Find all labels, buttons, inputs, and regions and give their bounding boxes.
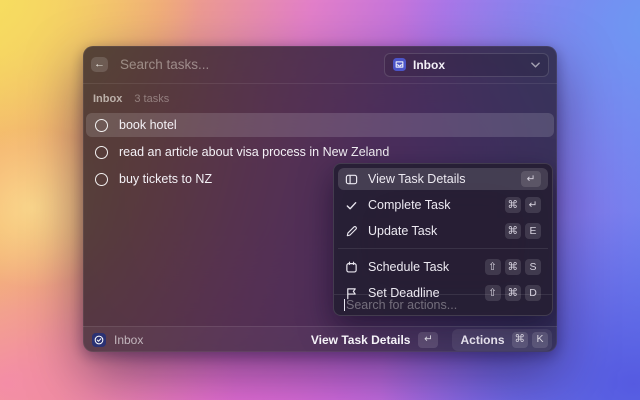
calendar-icon — [345, 261, 358, 274]
section-title: Inbox — [93, 93, 122, 105]
key-return: ↵ — [521, 171, 541, 187]
action-item-schedule-task[interactable]: Schedule Task ⇧ ⌘ S — [338, 256, 548, 278]
back-button[interactable]: ← — [91, 57, 108, 72]
pencil-icon — [345, 225, 358, 238]
list-section-header: Inbox 3 tasks — [83, 84, 557, 110]
actions-menu-button[interactable]: Actions ⌘ K — [452, 329, 552, 351]
key-e: E — [525, 223, 541, 239]
action-label: Update Task — [368, 224, 495, 238]
panel-left-icon — [345, 173, 358, 186]
primary-action-label[interactable]: View Task Details — [311, 333, 411, 347]
key-cmd: ⌘ — [505, 197, 522, 213]
task-checkbox-icon[interactable] — [95, 173, 108, 186]
inbox-icon — [393, 58, 406, 71]
search-input[interactable] — [120, 57, 384, 72]
action-item-view-task-details[interactable]: View Task Details ↵ — [338, 168, 548, 190]
key-return: ↵ — [525, 197, 541, 213]
task-app-window: ← Inbox Inbox 3 tasks book hotel read an… — [83, 46, 557, 352]
task-title: buy tickets to NZ — [119, 172, 212, 186]
chevron-down-icon — [531, 62, 540, 68]
action-item-complete-task[interactable]: Complete Task ⌘ ↵ — [338, 194, 548, 216]
app-logo-icon — [92, 333, 106, 347]
actions-popover: View Task Details ↵ Complete Task ⌘ ↵ Up… — [333, 163, 553, 316]
list-picker-dropdown[interactable]: Inbox — [384, 53, 549, 77]
shortcut-keys: ⌘ E — [505, 223, 542, 239]
actions-search-placeholder: Search for actions... — [346, 298, 457, 312]
task-row[interactable]: book hotel — [86, 113, 554, 137]
shortcut-keys: ⇧ ⌘ S — [485, 259, 542, 275]
action-label: View Task Details — [368, 172, 511, 186]
task-title: book hotel — [119, 118, 177, 132]
status-context-label: Inbox — [114, 333, 303, 347]
arrow-left-icon: ← — [94, 59, 105, 70]
action-label: Schedule Task — [368, 260, 475, 274]
list-picker-label: Inbox — [413, 58, 524, 72]
action-label: Complete Task — [368, 198, 495, 212]
key-s: S — [525, 259, 541, 275]
task-title: read an article about visa process in Ne… — [119, 145, 389, 159]
actions-button-label: Actions — [460, 333, 504, 347]
key-cmd: ⌘ — [505, 223, 522, 239]
actions-search-input[interactable]: Search for actions... — [334, 294, 552, 315]
shortcut-keys: ↵ — [521, 171, 541, 187]
action-item-update-task[interactable]: Update Task ⌘ E — [338, 220, 548, 242]
task-checkbox-icon[interactable] — [95, 119, 108, 132]
menu-divider — [338, 248, 548, 249]
task-checkbox-icon[interactable] — [95, 146, 108, 159]
key-cmd: ⌘ — [505, 259, 522, 275]
task-row[interactable]: read an article about visa process in Ne… — [86, 140, 554, 164]
search-header: ← Inbox — [83, 46, 557, 84]
status-bar: Inbox View Task Details ↵ Actions ⌘ K — [83, 326, 557, 352]
key-cmd: ⌘ — [512, 332, 529, 348]
text-caret — [344, 299, 345, 311]
key-return: ↵ — [418, 332, 438, 348]
key-shift: ⇧ — [485, 259, 501, 275]
key-k: K — [532, 332, 548, 348]
section-task-count: 3 tasks — [134, 93, 169, 105]
shortcut-keys: ⌘ ↵ — [505, 197, 542, 213]
check-icon — [345, 199, 358, 212]
